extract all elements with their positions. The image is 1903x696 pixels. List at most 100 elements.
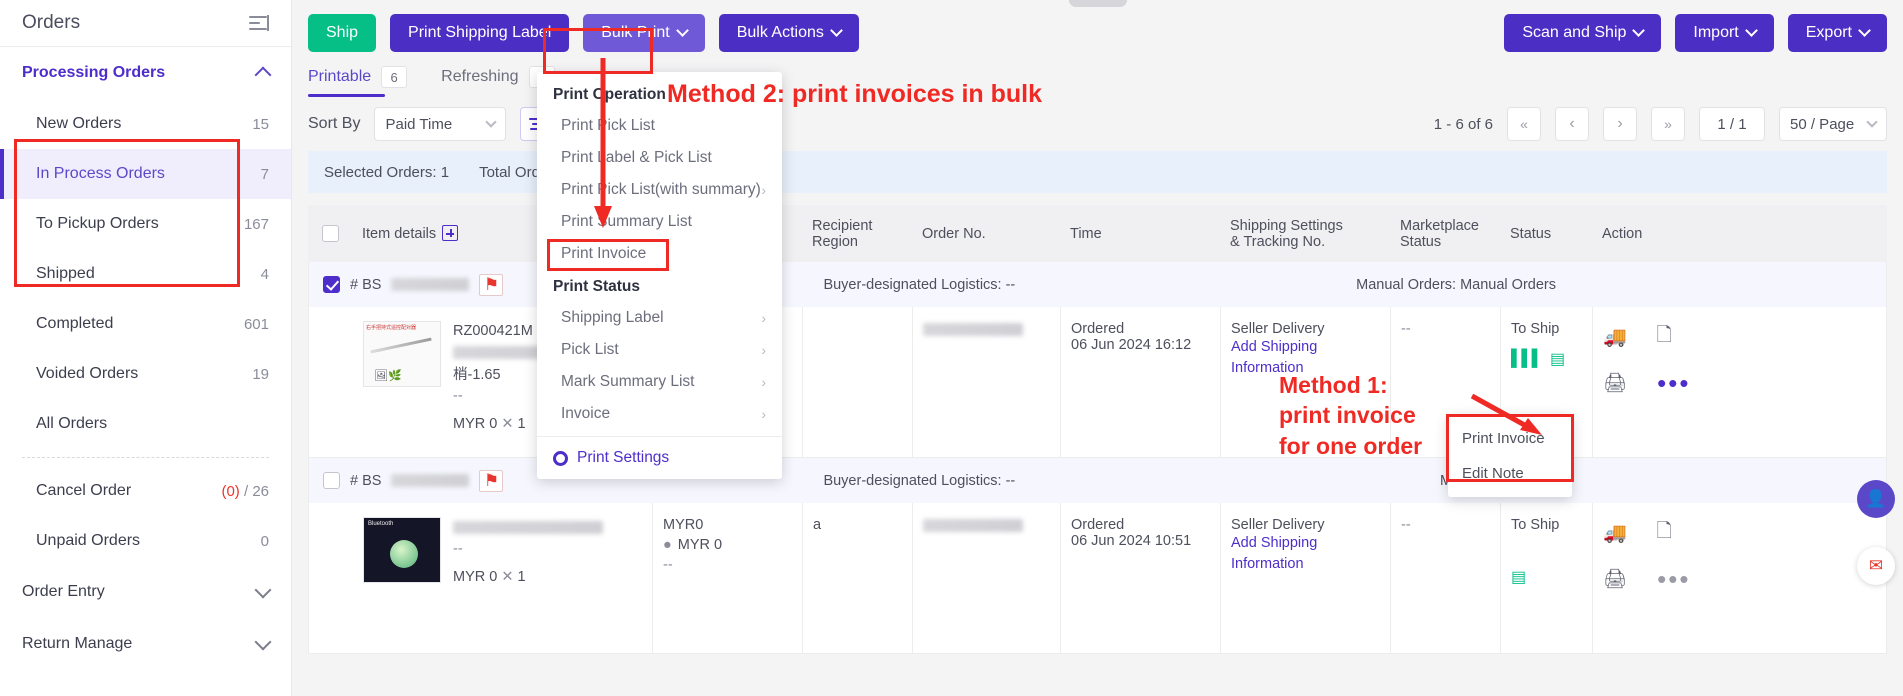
- region-cell: [803, 307, 913, 457]
- column-label: Item details: [362, 226, 437, 242]
- context-menu-item-print-invoice[interactable]: Print Invoice: [1448, 421, 1572, 456]
- pagination-first-button[interactable]: «: [1507, 107, 1541, 141]
- sidebar-item-unpaid-orders[interactable]: Unpaid Orders 0: [0, 516, 291, 566]
- invoice-doc-icon[interactable]: 🗋: [1657, 517, 1672, 549]
- sidebar-group-label: Order Entry: [22, 583, 105, 600]
- sidebar-item-all-orders[interactable]: All Orders: [0, 399, 291, 449]
- row-checkbox[interactable]: [323, 276, 340, 293]
- shipping-method: Seller Delivery: [1231, 517, 1325, 533]
- menu-item-label: Mark Summary List: [561, 373, 695, 390]
- menu-item-invoice[interactable]: Invoice ›: [537, 398, 782, 430]
- pagination-last-button[interactable]: »: [1651, 107, 1685, 141]
- page-size-select[interactable]: 50 / Page: [1779, 107, 1887, 141]
- select-all-checkbox[interactable]: [308, 225, 352, 242]
- order-group-body: Bluetooth -- MYR 0 ✕ 1 MYR0 ● MYR 0 -- a…: [309, 503, 1886, 653]
- cancel-order-pending-count: (0): [221, 482, 240, 500]
- product-thumbnail[interactable]: Bluetooth: [363, 517, 441, 583]
- flag-icon[interactable]: ⚑: [479, 469, 504, 492]
- export-label: Export: [1805, 24, 1852, 41]
- bulk-print-button[interactable]: Bulk Print: [583, 14, 705, 52]
- add-shipping-information-link[interactable]: Add Shipping Information: [1231, 533, 1380, 575]
- export-button[interactable]: Export: [1787, 14, 1887, 52]
- pagination-next-button[interactable]: ›: [1603, 107, 1637, 141]
- barcode-icon[interactable]: ▌▌▌: [1511, 350, 1543, 368]
- customer-service-icon[interactable]: 👤: [1857, 480, 1895, 518]
- sidebar-group-order-entry[interactable]: Order Entry: [0, 566, 291, 618]
- menu-item-print-summary-list[interactable]: Print Summary List: [537, 206, 782, 238]
- expand-all-icon[interactable]: [442, 225, 459, 241]
- time-value: 06 Jun 2024 10:51: [1071, 533, 1192, 549]
- buyer-logistics: Buyer-designated Logistics: --: [823, 472, 1016, 489]
- sidebar-item-label: To Pickup Orders: [36, 215, 159, 232]
- region-cell: a: [803, 503, 913, 653]
- invoice-doc-icon[interactable]: 🗋: [1657, 321, 1672, 353]
- column-label: Status: [1510, 225, 1552, 242]
- sidebar-item-count: 601: [243, 315, 269, 333]
- sidebar-header: Orders: [0, 0, 291, 47]
- tab-label: Refreshing: [441, 68, 519, 85]
- sidebar-item-to-pickup-orders[interactable]: To Pickup Orders 167: [0, 199, 291, 249]
- flag-icon[interactable]: ⚑: [479, 273, 504, 296]
- menu-item-print-invoice[interactable]: Print Invoice: [537, 238, 782, 270]
- sidebar-item-shipped[interactable]: Shipped 4: [0, 249, 291, 299]
- row-checkbox[interactable]: [323, 472, 340, 489]
- tab-printable[interactable]: Printable 6: [308, 66, 408, 97]
- document-icon[interactable]: ▤: [1511, 569, 1526, 586]
- ship-truck-icon[interactable]: 🚚: [1603, 521, 1627, 545]
- sidebar-item-in-process-orders[interactable]: In Process Orders 7: [0, 149, 291, 199]
- menu-item-mark-summary-list[interactable]: Mark Summary List ›: [537, 366, 782, 398]
- tab-count: 6: [381, 66, 408, 88]
- time-value: 06 Jun 2024 16:12: [1071, 337, 1192, 353]
- menu-item-print-settings[interactable]: Print Settings: [537, 436, 782, 479]
- import-button[interactable]: Import: [1675, 14, 1774, 52]
- sidebar-item-cancel-order[interactable]: Cancel Order (0) / 26: [0, 466, 291, 516]
- sidebar-item-label: New Orders: [36, 115, 122, 132]
- menu-item-print-pick-list[interactable]: Print Pick List: [537, 110, 782, 142]
- ship-truck-icon[interactable]: 🚚: [1603, 325, 1627, 349]
- price-paid: MYR 0: [677, 537, 723, 553]
- menu-item-pick-list[interactable]: Pick List ›: [537, 334, 782, 366]
- add-shipping-information-link[interactable]: Add Shipping Information: [1231, 337, 1380, 379]
- menu-item-shipping-label[interactable]: Shipping Label ›: [537, 302, 782, 334]
- chevron-down-icon: [254, 633, 272, 651]
- item-price: MYR 0: [453, 416, 498, 432]
- printer-icon[interactable]: 🖨: [1603, 567, 1627, 591]
- sidebar-group-return-manage[interactable]: Return Manage: [0, 618, 291, 670]
- more-actions-button[interactable]: •••: [1657, 566, 1690, 592]
- chevron-right-icon: ›: [761, 342, 766, 358]
- product-thumbnail[interactable]: 右手把持式遥控配对器 🖼🌿: [363, 321, 441, 387]
- scan-and-ship-button[interactable]: Scan and Ship: [1504, 14, 1662, 52]
- sidebar-group-processing-orders[interactable]: Processing Orders: [0, 47, 291, 99]
- main-content: Ship Print Shipping Label Bulk Print Bul…: [292, 0, 1903, 696]
- menu-item-label: Print Summary List: [561, 213, 692, 230]
- menu-item-label: Print Settings: [577, 449, 670, 466]
- sort-by-select[interactable]: Paid Time: [374, 107, 507, 141]
- item-price: MYR 0: [453, 568, 498, 585]
- menu-item-print-pick-list-with-summary[interactable]: Print Pick List(with summary) ›: [537, 174, 782, 206]
- printer-icon[interactable]: 🖨: [1603, 371, 1627, 395]
- print-shipping-label-button[interactable]: Print Shipping Label: [390, 14, 570, 52]
- sidebar-item-label: In Process Orders: [36, 165, 165, 182]
- ship-button[interactable]: Ship: [308, 14, 377, 52]
- pagination-prev-button[interactable]: ‹: [1555, 107, 1589, 141]
- message-icon[interactable]: ✉: [1857, 547, 1895, 585]
- sidebar-title: Orders: [22, 12, 81, 33]
- item-details-cell: Bluetooth -- MYR 0 ✕ 1: [353, 503, 653, 653]
- column-label: Recipient Region: [812, 217, 873, 250]
- menu-item-label: Pick List: [561, 341, 619, 358]
- collapse-panel-icon[interactable]: [249, 14, 269, 32]
- sidebar-item-voided-orders[interactable]: Voided Orders 19: [0, 349, 291, 399]
- context-menu-item-edit-note[interactable]: Edit Note: [1448, 456, 1572, 491]
- more-actions-button[interactable]: •••: [1657, 370, 1690, 396]
- column-label: Action: [1602, 225, 1643, 242]
- sidebar-item-new-orders[interactable]: New Orders 15: [0, 99, 291, 149]
- import-label: Import: [1693, 24, 1739, 41]
- page-number-input[interactable]: 1 / 1: [1699, 107, 1765, 141]
- bulk-actions-button[interactable]: Bulk Actions: [718, 14, 859, 52]
- item-info: -- MYR 0 ✕ 1: [453, 517, 603, 588]
- column-time: Time: [1060, 226, 1220, 242]
- menu-item-print-label-and-pick-list[interactable]: Print Label & Pick List: [537, 142, 782, 174]
- sidebar-item-completed[interactable]: Completed 601: [0, 299, 291, 349]
- document-icon[interactable]: ▤: [1550, 349, 1565, 369]
- item-qty: 1: [517, 568, 526, 585]
